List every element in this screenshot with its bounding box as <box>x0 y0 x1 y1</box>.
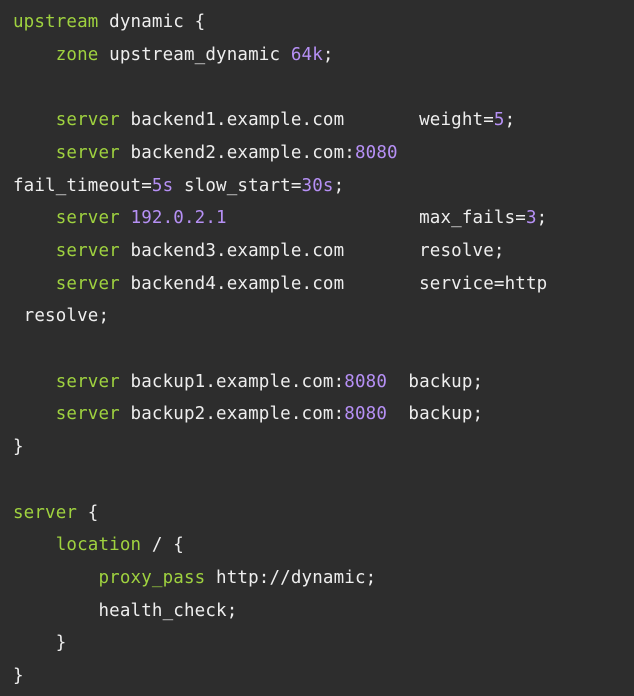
code-number: 30s <box>301 175 334 196</box>
code-line: upstream dynamic { <box>13 6 205 39</box>
code-viewer: upstream dynamic { zone upstream_dynamic… <box>0 0 634 696</box>
code-line: server 192.0.2.1 max_fails=3; <box>13 202 547 235</box>
code-number: 3 <box>525 208 537 229</box>
code-text: backend1.example.com weight= <box>119 110 494 131</box>
code-text: backend3.example.com resolve; <box>119 240 505 261</box>
code-keyword: proxy_pass <box>98 567 206 588</box>
code-keyword: server <box>55 371 120 392</box>
code-keyword: server <box>13 502 78 523</box>
code-number: 64k <box>290 44 323 65</box>
code-text: } <box>13 437 24 458</box>
code-text: ; <box>536 208 548 229</box>
code-text: backup; <box>387 371 484 392</box>
code-line: resolve; <box>13 300 109 333</box>
code-text: ; <box>333 175 345 196</box>
code-line: server backend1.example.com weight=5; <box>13 104 515 137</box>
code-line: } <box>13 431 24 464</box>
code-line: server backup2.example.com:8080 backup; <box>13 398 483 431</box>
code-text: backend4.example.com service=http <box>119 273 548 294</box>
code-text: } <box>13 633 67 654</box>
code-text: backup2.example.com: <box>119 404 345 425</box>
code-text: fail_timeout= <box>13 175 152 196</box>
code-text: dynamic { <box>98 12 206 32</box>
code-text: backup; <box>387 404 484 425</box>
code-keyword: server <box>55 404 120 425</box>
code-number: 5s <box>151 175 174 196</box>
code-line: server backup1.example.com:8080 backup; <box>13 366 483 399</box>
code-number: 8080 <box>354 142 398 163</box>
code-line: fail_timeout=5s slow_start=30s; <box>13 170 344 203</box>
code-text: { <box>77 502 99 523</box>
code-line: proxy_pass http://dynamic; <box>13 562 377 595</box>
code-text: upstream_dynamic <box>98 44 291 65</box>
code-text: http://dynamic; <box>205 567 377 588</box>
code-keyword: server <box>55 142 120 163</box>
code-text: } <box>13 666 24 686</box>
code-keyword: zone <box>55 44 99 65</box>
code-text: slow_start= <box>173 175 302 196</box>
code-line: health_check; <box>13 595 237 628</box>
code-keyword: location <box>55 535 142 556</box>
code-keyword: server <box>55 208 120 229</box>
code-keyword: upstream <box>13 12 99 32</box>
code-line: server backend3.example.com resolve; <box>13 235 505 268</box>
code-text: max_fails= <box>226 208 526 229</box>
code-line: server backend4.example.com service=http <box>13 268 547 301</box>
code-number: 5 <box>493 110 505 131</box>
code-text: backup1.example.com: <box>119 371 345 392</box>
code-text: ; <box>504 110 516 131</box>
code-text: resolve; <box>13 306 110 327</box>
code-keyword: server <box>55 240 120 261</box>
code-line: } <box>13 660 24 693</box>
code-line: } <box>13 627 67 660</box>
code-line: server backend2.example.com:8080 <box>13 137 398 170</box>
code-text: health_check; <box>13 600 238 621</box>
code-number: 8080 <box>344 371 388 392</box>
code-line: server { <box>13 497 99 530</box>
code-keyword: server <box>55 273 120 294</box>
code-line: zone upstream_dynamic 64k; <box>13 39 334 72</box>
code-text: ; <box>322 44 334 65</box>
code-text: / { <box>141 535 184 556</box>
code-number: 8080 <box>344 404 388 425</box>
code-number: 192.0.2.1 <box>130 208 227 229</box>
code-keyword: server <box>55 110 120 131</box>
code-line: location / { <box>13 529 184 562</box>
code-text: backend2.example.com: <box>119 142 355 163</box>
